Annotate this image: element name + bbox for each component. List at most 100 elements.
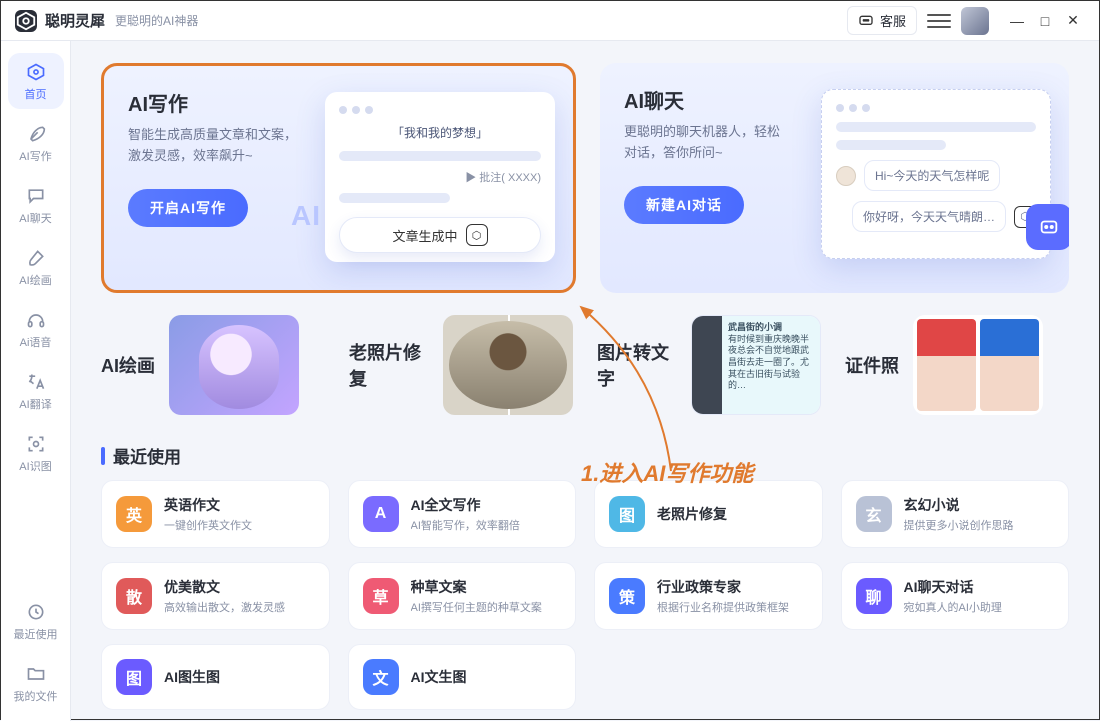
sidebar-item-label: Ai语音 — [20, 334, 52, 350]
feature-strip: AI绘画 老照片修复 图片转文字 武昌街的小调 有时候到重庆晚晚半夜总会不自觉地… — [101, 315, 1069, 415]
sidebar-item-chat[interactable]: AI聊天 — [8, 177, 64, 233]
sidebar-item-label: AI绘画 — [19, 272, 51, 288]
app-tagline: 更聪明的AI神器 — [115, 12, 198, 29]
tile-name: 英语作文 — [164, 495, 252, 515]
folder-icon — [25, 663, 47, 685]
chat-icon — [25, 185, 47, 207]
hero-ai-write[interactable]: AI写作 智能生成高质量文章和文案， 激发灵感，效率飙升~ 开启AI写作 「我和… — [101, 63, 576, 293]
feature-ai-draw[interactable]: AI绘画 — [101, 315, 325, 415]
headphone-icon — [25, 309, 47, 331]
title-bar: 聪明灵犀 更聪明的AI神器 客服 — □ ✕ — [1, 1, 1099, 41]
tile-name: 种草文案 — [411, 577, 542, 597]
tile-icon: 文 — [363, 659, 399, 695]
tile-icon: 图 — [116, 659, 152, 695]
sidebar-item-recent[interactable]: 最近使用 — [8, 593, 64, 649]
sidebar-item-files[interactable]: 我的文件 — [8, 655, 64, 711]
write-preview-mock: 「我和我的梦想」 ▶ 批注( XXXX) 文章生成中 ⬡ AI — [325, 92, 555, 262]
tile-name: AI聊天对话 — [904, 577, 1002, 597]
recent-tile[interactable]: 策行业政策专家根据行业名称提供政策框架 — [594, 562, 823, 630]
tile-desc: AI撰写任何主题的种草文案 — [411, 599, 542, 615]
sidebar-item-label: 最近使用 — [14, 626, 58, 642]
recent-grid: 英英语作文一键创作英文作文AAI全文写作AI智能写作，效率翻倍图老照片修复玄玄幻… — [101, 480, 1069, 710]
app-logo-icon — [15, 10, 37, 32]
feature-photo-restore[interactable]: 老照片修复 — [349, 315, 573, 415]
tile-desc: AI智能写作，效率翻倍 — [411, 517, 520, 533]
tile-name: 优美散文 — [164, 577, 285, 597]
tile-desc: 根据行业名称提供政策框架 — [657, 599, 789, 615]
tile-name: 老照片修复 — [657, 504, 727, 524]
customer-service-label: 客服 — [880, 11, 906, 30]
feature-ocr[interactable]: 图片转文字 武昌街的小调 有时候到重庆晚晚半夜总会不自觉地跟武昌街去走一圈了。尤… — [597, 315, 821, 415]
tile-desc: 宛如真人的AI小助理 — [904, 599, 1002, 615]
scan-icon — [25, 433, 47, 455]
sidebar-item-home[interactable]: 首页 — [8, 53, 64, 109]
tile-desc: 高效输出散文，激发灵感 — [164, 599, 285, 615]
new-ai-chat-button[interactable]: 新建AI对话 — [624, 186, 744, 224]
ai-watermark-icon: AI — [291, 200, 321, 232]
sidebar-item-write[interactable]: AI写作 — [8, 115, 64, 171]
tile-icon: 草 — [363, 578, 399, 614]
feature-thumb — [443, 315, 573, 415]
user-avatar[interactable] — [961, 7, 989, 35]
sidebar-item-label: 我的文件 — [14, 688, 58, 704]
brush-icon — [25, 247, 47, 269]
sidebar-item-label: AI翻译 — [19, 396, 51, 412]
recent-section-title: 最近使用 — [101, 443, 1069, 468]
tile-name: AI全文写作 — [411, 495, 520, 515]
hero-desc: 更聪明的聊天机器人，轻松 对话，答你所问~ — [624, 122, 814, 164]
sidebar-item-translate[interactable]: AI翻译 — [8, 363, 64, 419]
chat-preview-mock: Hi~今天的天气怎样呢 你好呀，今天天气晴朗… ⬡ — [821, 89, 1051, 259]
recent-tile[interactable]: 聊 AI聊天对话宛如真人的AI小助理 — [841, 562, 1070, 630]
hero-ai-chat[interactable]: AI聊天 更聪明的聊天机器人，轻松 对话，答你所问~ 新建AI对话 Hi~今天的… — [600, 63, 1069, 293]
tile-name: AI文生图 — [411, 667, 467, 687]
tile-desc: 提供更多小说创作思路 — [904, 517, 1014, 533]
feather-icon — [25, 123, 47, 145]
bot-avatar-icon — [836, 166, 856, 186]
recent-tile[interactable]: 图老照片修复 — [594, 480, 823, 548]
tile-desc: 一键创作英文作文 — [164, 517, 252, 533]
tile-name: 行业政策专家 — [657, 577, 789, 597]
tile-icon: A — [363, 496, 399, 532]
sidebar-item-ocr[interactable]: AI识图 — [8, 425, 64, 481]
recent-tile[interactable]: 玄玄幻小说提供更多小说创作思路 — [841, 480, 1070, 548]
recent-tile[interactable]: 散优美散文高效输出散文，激发灵感 — [101, 562, 330, 630]
window-close-button[interactable]: ✕ — [1059, 7, 1087, 35]
sidebar-item-draw[interactable]: AI绘画 — [8, 239, 64, 295]
mock-batch-label: ▶ 批注( XXXX) — [339, 169, 541, 185]
tile-icon: 策 — [609, 578, 645, 614]
tile-icon: 聊 — [856, 578, 892, 614]
window-maximize-button[interactable]: □ — [1031, 7, 1059, 35]
feature-thumb — [169, 315, 299, 415]
feature-title: 证件照 — [845, 352, 899, 378]
clock-icon — [25, 601, 47, 623]
recent-tile[interactable]: 英英语作文一键创作英文作文 — [101, 480, 330, 548]
feature-title: 图片转文字 — [597, 339, 677, 391]
customer-service-button[interactable]: 客服 — [847, 6, 917, 35]
mock-headline: 「我和我的梦想」 — [339, 124, 541, 141]
home-hex-icon — [25, 61, 47, 83]
menu-button[interactable] — [927, 9, 951, 33]
tile-icon: 图 — [609, 496, 645, 532]
chat-float-icon — [1026, 204, 1069, 250]
tile-icon: 英 — [116, 496, 152, 532]
sidebar-item-label: AI写作 — [19, 148, 51, 164]
tile-icon: 散 — [116, 578, 152, 614]
app-name: 聪明灵犀 — [45, 10, 105, 31]
sidebar-item-label: AI聊天 — [19, 210, 51, 226]
tile-name: AI图生图 — [164, 667, 220, 687]
recent-tile[interactable]: A AI全文写作 AI智能写作，效率翻倍 — [348, 480, 577, 548]
recent-tile[interactable]: 文 AI文生图 — [348, 644, 577, 710]
start-ai-write-button[interactable]: 开启AI写作 — [128, 189, 248, 227]
sidebar: 首页 AI写作 AI聊天 AI绘画 Ai语音 AI翻译 AI识图 最 — [1, 41, 71, 721]
sidebar-item-label: 首页 — [25, 86, 47, 102]
recent-tile[interactable]: 图 AI图生图 — [101, 644, 330, 710]
tile-icon: 玄 — [856, 496, 892, 532]
recent-tile[interactable]: 草种草文案 AI撰写任何主题的种草文案 — [348, 562, 577, 630]
chat-bubble: 你好呀，今天天气晴朗… — [852, 201, 1006, 232]
hero-desc: 智能生成高质量文章和文案， 激发灵感，效率飙升~ — [128, 125, 318, 167]
window-minimize-button[interactable]: — — [1003, 7, 1031, 35]
feature-title: 老照片修复 — [349, 339, 429, 391]
sidebar-item-audio[interactable]: Ai语音 — [8, 301, 64, 357]
sidebar-item-label: AI识图 — [19, 458, 51, 474]
feature-id-photo[interactable]: 证件照 — [845, 315, 1069, 415]
